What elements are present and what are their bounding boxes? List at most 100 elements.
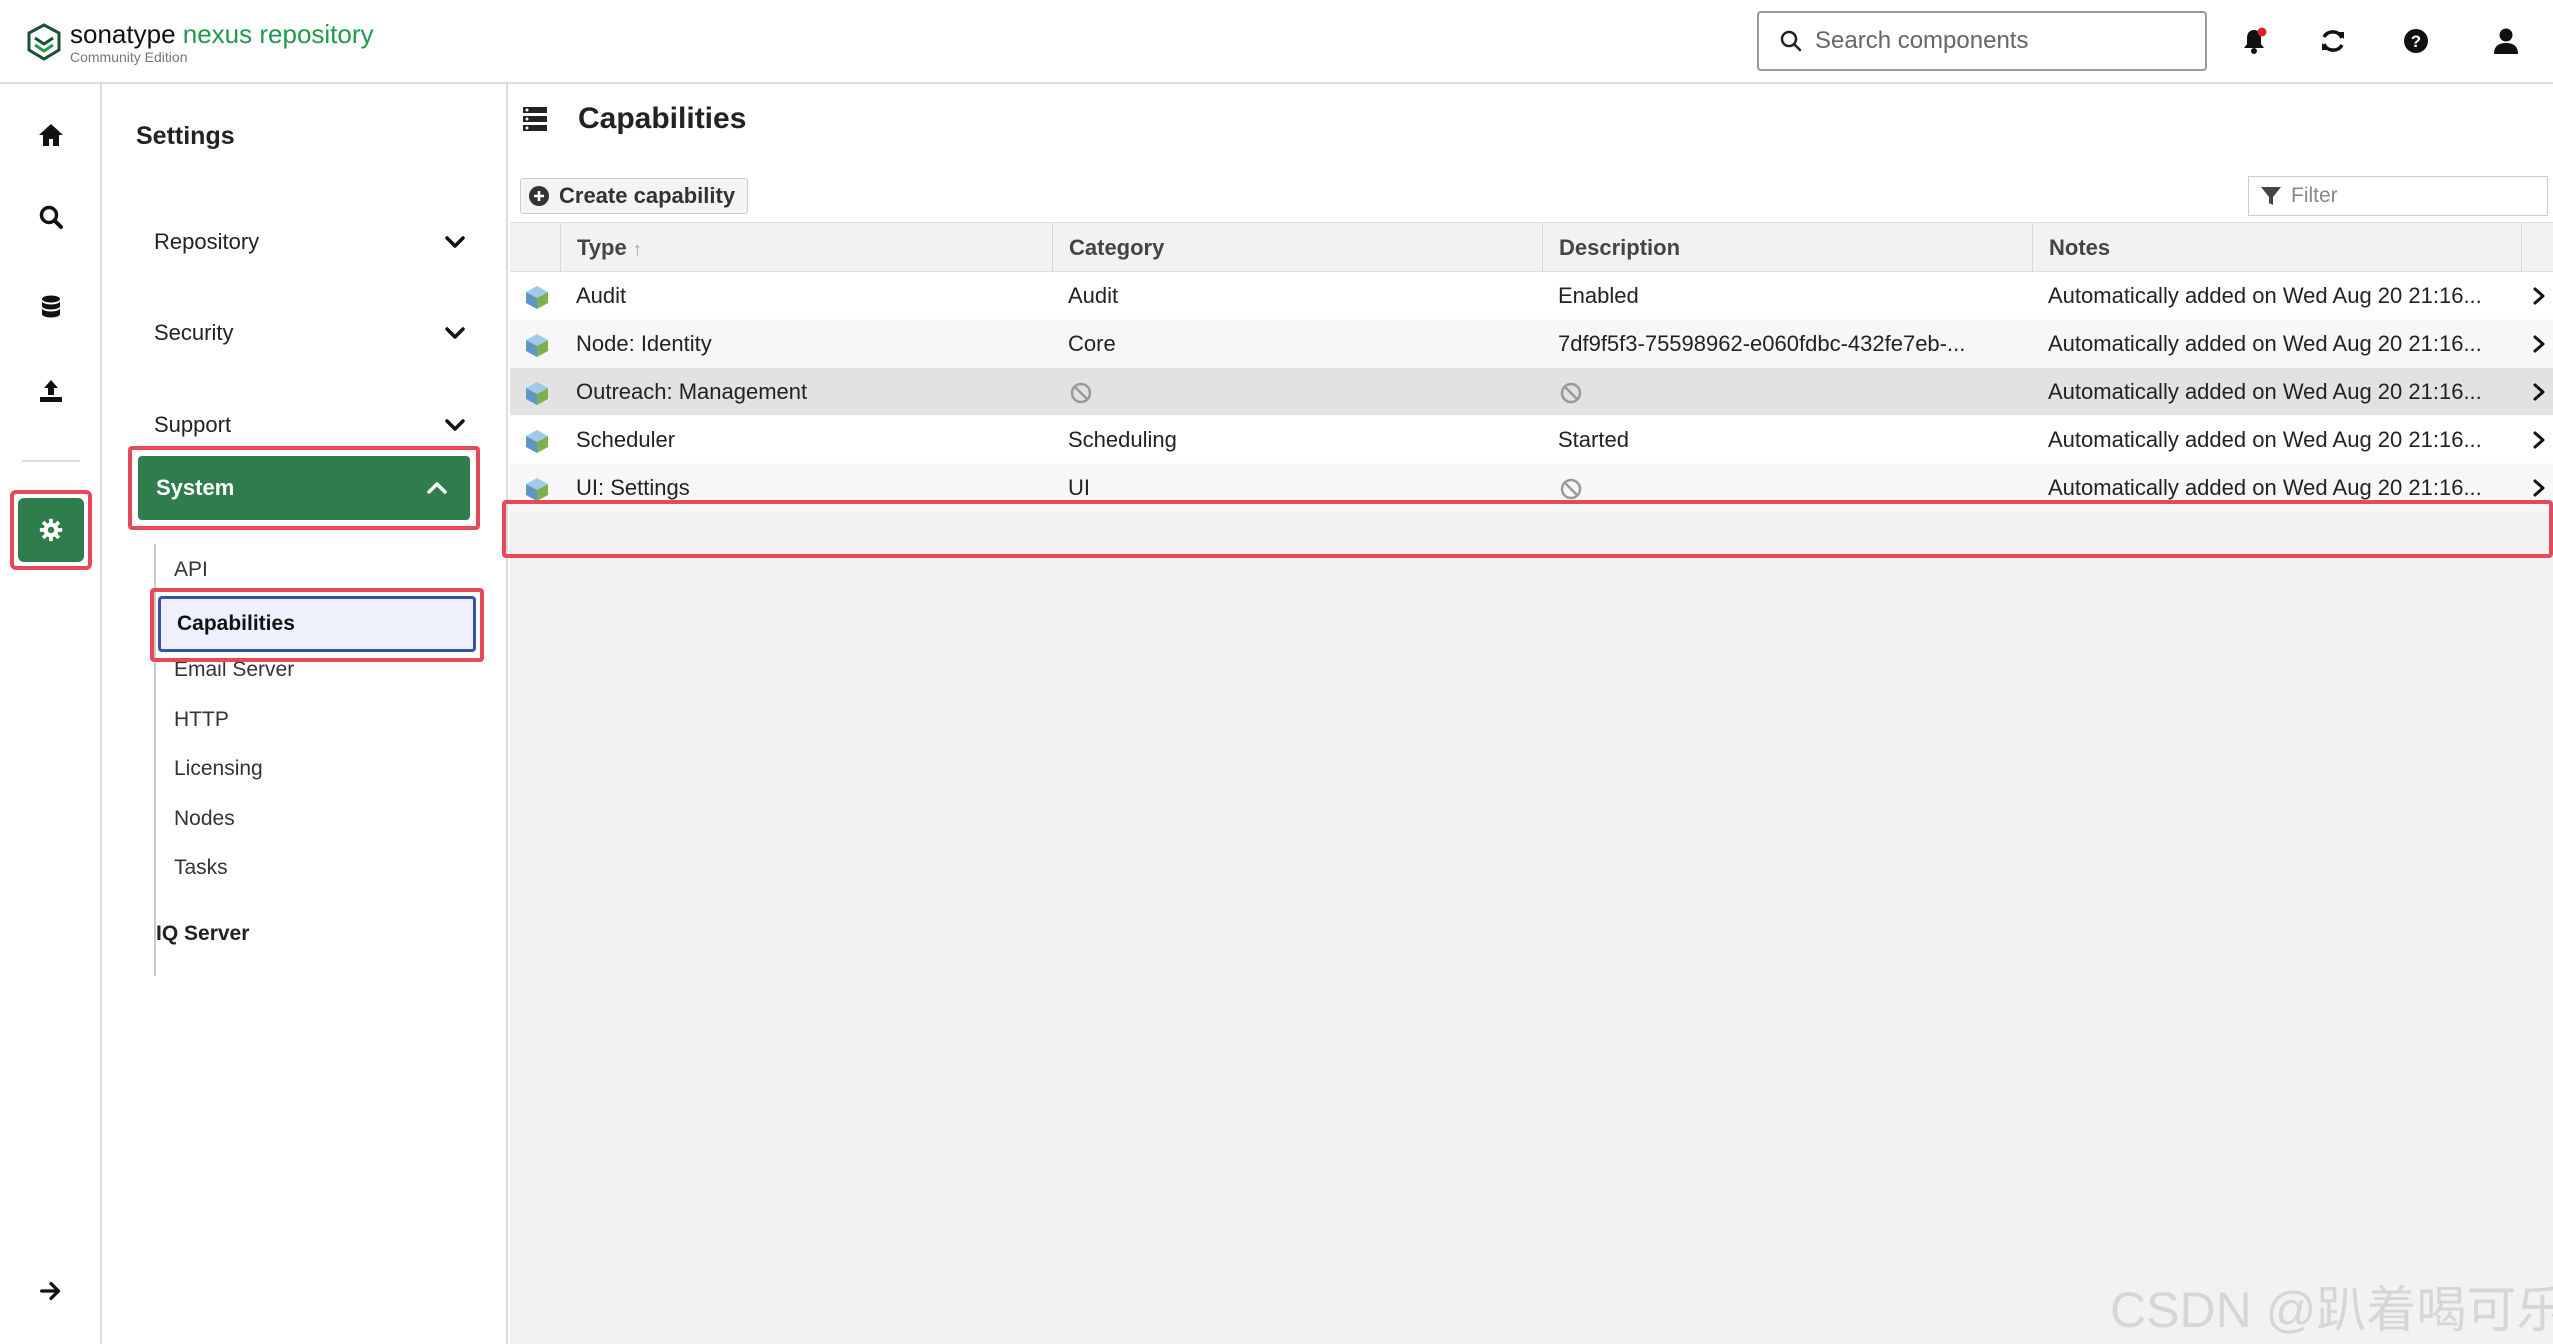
chevron-right-icon[interactable]: [2528, 380, 2550, 404]
chevron-down-icon: [445, 236, 465, 248]
browse-search-button[interactable]: [32, 198, 70, 236]
cell-category: Scheduling: [1068, 427, 1177, 452]
create-capability-button[interactable]: Create capability: [520, 178, 749, 214]
submenu-item-tasks[interactable]: Tasks: [174, 850, 228, 886]
nav-group-security[interactable]: Security: [136, 305, 486, 361]
submenu-item-licensing[interactable]: Licensing: [174, 751, 263, 787]
nav-group-label: Repository: [154, 229, 260, 254]
upload-icon: [40, 380, 62, 402]
nav-group-label: System: [156, 475, 235, 500]
brand-product: nexus repository: [182, 19, 374, 49]
create-capability-label: Create capability: [559, 183, 736, 208]
nav-group-system[interactable]: System: [138, 456, 470, 520]
home-button[interactable]: [32, 116, 70, 154]
refresh-icon: [2322, 30, 2344, 52]
nav-group-label: Support: [154, 412, 232, 437]
toolbar: Create capability Filter: [510, 172, 2553, 222]
collapse-sidebar-button[interactable]: [32, 1272, 70, 1310]
chevron-right-icon[interactable]: [2528, 284, 2550, 308]
top-bar: sonatype nexus repository Community Edit…: [0, 0, 2553, 84]
column-header-notes[interactable]: Notes: [2032, 223, 2522, 273]
cell-category: [1052, 368, 1542, 416]
column-header-label: Type: [577, 235, 627, 260]
rail-divider: [22, 460, 80, 462]
cell-notes: Automatically added on Wed Aug 20 21:16.…: [2048, 379, 2482, 404]
cell-description: Enabled: [1558, 283, 1639, 308]
nav-group-repository[interactable]: Repository: [136, 214, 486, 270]
notifications-button[interactable]: [2237, 24, 2271, 58]
home-icon: [39, 124, 63, 146]
chevron-up-icon: [427, 482, 447, 494]
upload-button[interactable]: [32, 372, 70, 410]
table-row[interactable]: Audit Audit Enabled Automatically added …: [510, 272, 2553, 320]
cell-category: Audit: [1068, 283, 1119, 308]
cell-type: Scheduler: [576, 427, 676, 452]
chevron-down-icon: [445, 327, 465, 339]
cell-type: Outreach: Management: [576, 379, 808, 404]
chevron-down-icon: [445, 419, 465, 431]
refresh-button[interactable]: [2316, 24, 2350, 58]
page-header: Capabilities: [510, 84, 2553, 172]
submenu-item-api[interactable]: API: [174, 552, 208, 588]
not-applicable-icon: [1070, 382, 1092, 404]
capability-cube-icon: [526, 430, 548, 453]
chevron-right-icon[interactable]: [2528, 332, 2550, 356]
cell-notes: Automatically added on Wed Aug 20 21:16.…: [2048, 283, 2482, 308]
column-header-description[interactable]: Description: [1542, 223, 2032, 273]
settings-nav: Settings Repository Security Support Sys…: [102, 84, 508, 1344]
nav-group-support[interactable]: Support: [136, 397, 486, 453]
nav-item-iq-server[interactable]: IQ Server: [156, 922, 249, 946]
user-button[interactable]: [2489, 24, 2523, 58]
arrow-right-icon: [40, 1281, 61, 1301]
table-row[interactable]: Scheduler Scheduling Started Automatical…: [510, 416, 2553, 464]
main-content: Capabilities Create capability Filter Ty…: [502, 84, 2553, 1344]
filter-icon: [2261, 187, 2281, 205]
user-icon: [2494, 28, 2518, 54]
capabilities-icon: [523, 107, 547, 131]
capability-cube-icon: [526, 382, 548, 405]
not-applicable-icon: [1560, 478, 1582, 500]
submenu-item-capabilities[interactable]: Capabilities: [158, 596, 476, 652]
filter-placeholder: Filter: [2291, 184, 2338, 207]
watermark: CSDN @趴着喝可乐: [2110, 1282, 2553, 1338]
cell-notes: Automatically added on Wed Aug 20 21:16.…: [2048, 331, 2482, 356]
plus-circle-icon: [529, 186, 549, 206]
cell-category: Core: [1068, 331, 1116, 356]
search-input[interactable]: [1815, 27, 2195, 55]
database-icon: [42, 295, 60, 318]
cell-description: [1542, 368, 2032, 416]
table-header: Type ↑ Category Description Notes: [510, 222, 2553, 273]
capability-cube-icon: [526, 478, 548, 501]
table-row-selected[interactable]: Outreach: Management Automatically added…: [510, 368, 2553, 416]
column-header-category[interactable]: Category: [1052, 223, 1542, 273]
submenu-item-http[interactable]: HTTP: [174, 702, 229, 738]
help-icon: ?: [2404, 29, 2428, 53]
help-button[interactable]: ?: [2399, 24, 2433, 58]
logo[interactable]: sonatype nexus repository Community Edit…: [26, 14, 374, 70]
svg-text:?: ?: [2411, 32, 2421, 51]
chevron-right-icon[interactable]: [2528, 476, 2550, 500]
bell-icon: [2244, 27, 2267, 54]
chevron-right-icon[interactable]: [2528, 428, 2550, 452]
capability-cube-icon: [526, 334, 548, 357]
filter-field[interactable]: Filter: [2248, 176, 2548, 216]
submenu-item-nodes[interactable]: Nodes: [174, 801, 235, 837]
nav-group-label: Security: [154, 320, 234, 345]
capability-cube-icon: [526, 286, 548, 309]
settings-button[interactable]: [18, 498, 84, 562]
search-icon: [1780, 30, 1802, 52]
brand-name: sonatype: [70, 19, 176, 49]
left-rail: [0, 84, 102, 1344]
browse-button[interactable]: [32, 288, 70, 326]
search-icon: [39, 205, 63, 229]
sort-ascending-icon: ↑: [632, 239, 642, 259]
search-box[interactable]: [1757, 11, 2207, 71]
capabilities-table: Type ↑ Category Description Notes Audit …: [502, 222, 2553, 558]
cell-description: Started: [1558, 427, 1629, 452]
page-title: Capabilities: [578, 102, 747, 135]
cell-type: Audit: [576, 283, 627, 308]
table-row[interactable]: Node: Identity Core 7df9f5f3-75598962-e0…: [510, 320, 2553, 368]
column-header-type[interactable]: Type ↑: [560, 223, 1052, 273]
cell-type: Node: Identity: [576, 331, 712, 356]
not-applicable-icon: [1560, 382, 1582, 404]
